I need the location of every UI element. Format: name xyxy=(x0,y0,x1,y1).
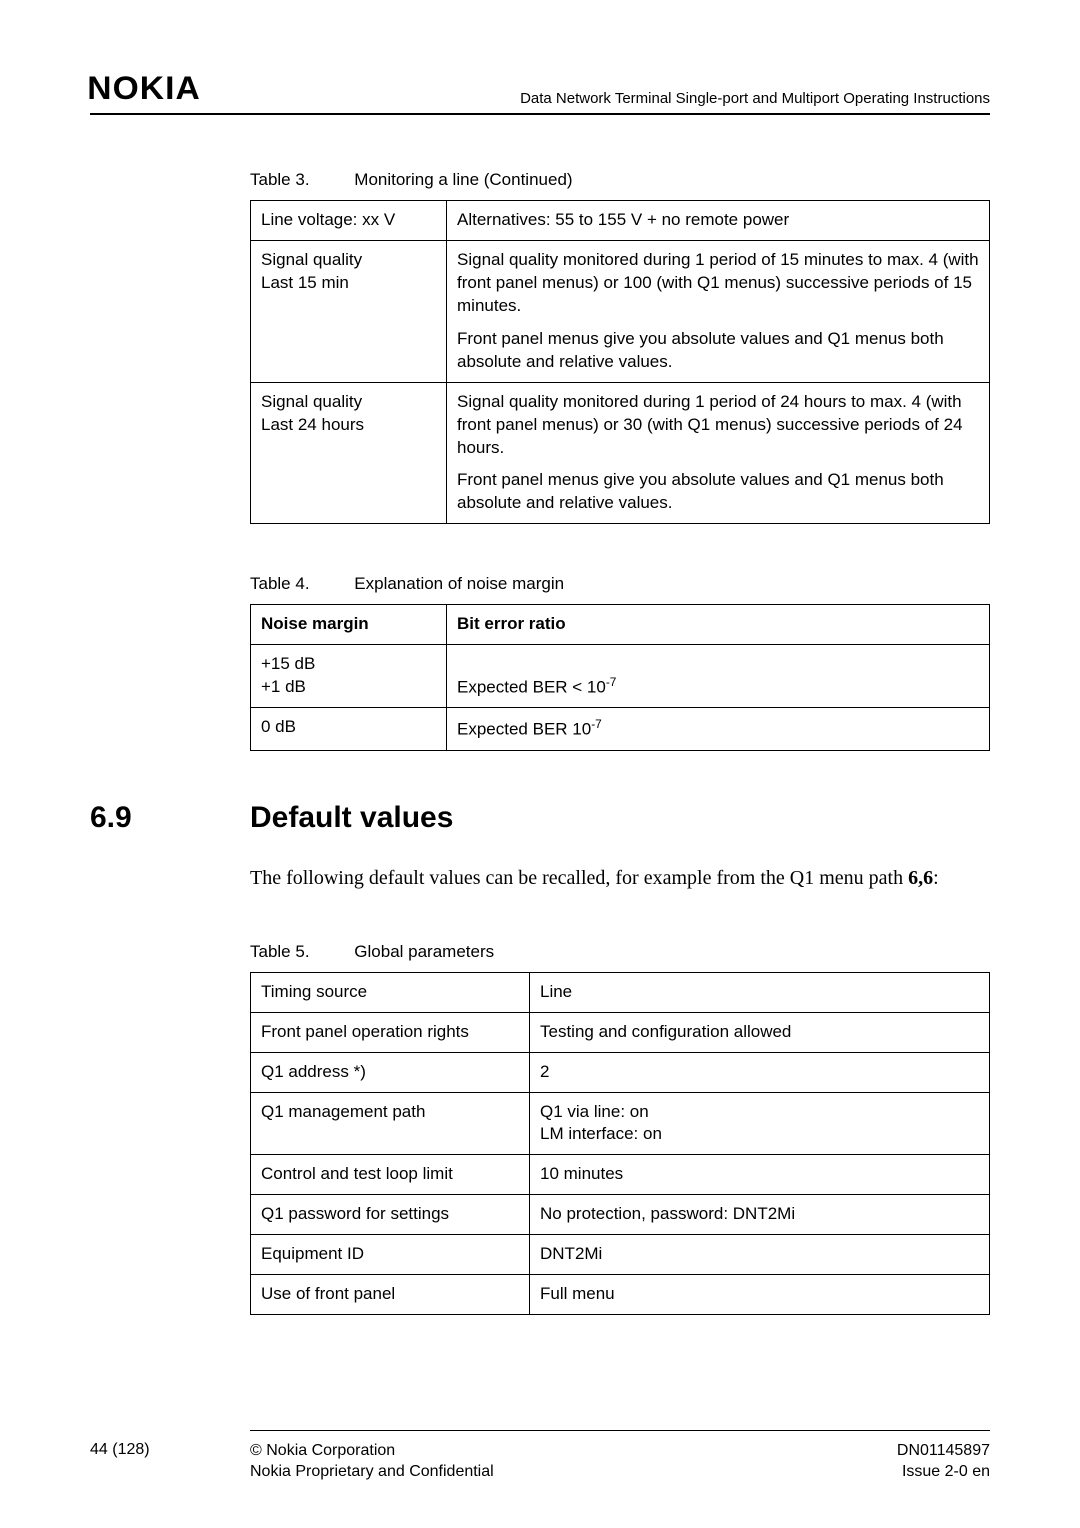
table-row: Q1 address *) 2 xyxy=(251,1052,990,1092)
cell: Full menu xyxy=(530,1275,990,1315)
table5-number: Table 5. xyxy=(250,942,310,962)
cell-line: +15 dB xyxy=(261,653,436,676)
cell: Alternatives: 55 to 155 V + no remote po… xyxy=(447,201,990,241)
cell: Q1 address *) xyxy=(251,1052,530,1092)
cell: +15 dB +1 dB xyxy=(251,645,447,708)
cell: Signal quality monitored during 1 period… xyxy=(447,382,990,524)
cell: Q1 management path xyxy=(251,1092,530,1155)
table4-title: Explanation of noise margin xyxy=(354,574,564,593)
table5-caption: Table 5. Global parameters xyxy=(250,942,990,962)
table-row: Control and test loop limit 10 minutes xyxy=(251,1155,990,1195)
copyright: © Nokia Corporation xyxy=(250,1441,897,1462)
cell: Expected BER < 10-7 xyxy=(447,645,990,708)
table-row: Line voltage: xx V Alternatives: 55 to 1… xyxy=(251,201,990,241)
cell-para: Signal quality monitored during 1 period… xyxy=(457,249,979,318)
cell-text: Expected BER < 10 xyxy=(457,677,606,696)
page-number: 44 (128) xyxy=(90,1441,250,1483)
cell: Testing and configuration allowed xyxy=(530,1012,990,1052)
cell-para: Signal quality monitored during 1 period… xyxy=(457,391,979,460)
table5-title: Global parameters xyxy=(354,942,494,961)
table-row: 0 dB Expected BER 10-7 xyxy=(251,708,990,751)
cell: 0 dB xyxy=(251,708,447,751)
footer-center: © Nokia Corporation Nokia Proprietary an… xyxy=(250,1441,897,1483)
table-row: +15 dB +1 dB Expected BER < 10-7 xyxy=(251,645,990,708)
table4-caption: Table 4. Explanation of noise margin xyxy=(250,574,990,594)
cell: Expected BER 10-7 xyxy=(447,708,990,751)
table-row: Timing source Line xyxy=(251,972,990,1012)
cell: Q1 via line: on LM interface: on xyxy=(530,1092,990,1155)
page: NOKIA Data Network Terminal Single-port … xyxy=(0,0,1080,1528)
cell: Front panel operation rights xyxy=(251,1012,530,1052)
page-footer: 44 (128) © Nokia Corporation Nokia Propr… xyxy=(90,1430,990,1483)
cell-line: Signal quality xyxy=(261,249,436,272)
table5: Timing source Line Front panel operation… xyxy=(250,972,990,1315)
cell: DNT2Mi xyxy=(530,1235,990,1275)
table-row: Signal quality Last 24 hours Signal qual… xyxy=(251,382,990,524)
footer-right: DN01145897 Issue 2-0 en xyxy=(897,1441,990,1483)
footer-row: 44 (128) © Nokia Corporation Nokia Propr… xyxy=(90,1441,990,1483)
cell: Signal quality Last 15 min xyxy=(251,240,447,382)
para-text: : xyxy=(933,867,939,889)
nokia-logo: NOKIA xyxy=(87,70,201,107)
section-heading: 6.9 Default values xyxy=(250,801,990,835)
table3-caption: Table 3. Monitoring a line (Continued) xyxy=(250,170,990,190)
cell-line: LM interface: on xyxy=(540,1123,979,1146)
cell: Timing source xyxy=(251,972,530,1012)
cell: Line voltage: xx V xyxy=(251,201,447,241)
section-title: Default values xyxy=(250,801,453,835)
table-row: Q1 management path Q1 via line: on LM in… xyxy=(251,1092,990,1155)
table3-title: Monitoring a line (Continued) xyxy=(354,170,572,189)
issue-number: Issue 2-0 en xyxy=(897,1462,990,1483)
table3-number: Table 3. xyxy=(250,170,310,190)
table4-number: Table 4. xyxy=(250,574,310,594)
confidentiality: Nokia Proprietary and Confidential xyxy=(250,1462,897,1483)
para-text: The following default values can be reca… xyxy=(250,867,908,889)
cell-line: Signal quality xyxy=(261,391,436,414)
cell: Control and test loop limit xyxy=(251,1155,530,1195)
column-header: Bit error ratio xyxy=(447,605,990,645)
para-bold: 6,6 xyxy=(908,867,933,889)
table-row: Use of front panel Full menu xyxy=(251,1275,990,1315)
cell: Q1 password for settings xyxy=(251,1195,530,1235)
cell-line: +1 dB xyxy=(261,676,436,699)
column-header: Noise margin xyxy=(251,605,447,645)
cell: Line xyxy=(530,972,990,1012)
cell-line: Last 24 hours xyxy=(261,414,436,437)
superscript: -7 xyxy=(591,717,602,731)
cell: 2 xyxy=(530,1052,990,1092)
table-row: Front panel operation rights Testing and… xyxy=(251,1012,990,1052)
cell: Equipment ID xyxy=(251,1235,530,1275)
cell-line: Q1 via line: on xyxy=(540,1101,979,1124)
table4: Noise margin Bit error ratio +15 dB +1 d… xyxy=(250,604,990,750)
table-row: Equipment ID DNT2Mi xyxy=(251,1235,990,1275)
section-number: 6.9 xyxy=(90,801,250,835)
cell: Signal quality Last 24 hours xyxy=(251,382,447,524)
content-area: Table 3. Monitoring a line (Continued) L… xyxy=(250,115,990,1315)
footer-rule xyxy=(250,1430,990,1431)
table-row: Q1 password for settings No protection, … xyxy=(251,1195,990,1235)
cell: No protection, password: DNT2Mi xyxy=(530,1195,990,1235)
cell-para: Front panel menus give you absolute valu… xyxy=(457,469,979,515)
cell-line: Last 15 min xyxy=(261,272,436,295)
cell: Use of front panel xyxy=(251,1275,530,1315)
cell: Signal quality monitored during 1 period… xyxy=(447,240,990,382)
doc-number: DN01145897 xyxy=(897,1441,990,1462)
document-title: Data Network Terminal Single-port and Mu… xyxy=(520,90,990,107)
cell-para: Front panel menus give you absolute valu… xyxy=(457,328,979,374)
cell-text: Expected BER 10 xyxy=(457,720,591,739)
body-paragraph: The following default values can be reca… xyxy=(250,865,990,892)
table-header-row: Noise margin Bit error ratio xyxy=(251,605,990,645)
page-header: NOKIA Data Network Terminal Single-port … xyxy=(90,70,990,115)
cell: 10 minutes xyxy=(530,1155,990,1195)
table3: Line voltage: xx V Alternatives: 55 to 1… xyxy=(250,200,990,524)
table-row: Signal quality Last 15 min Signal qualit… xyxy=(251,240,990,382)
superscript: -7 xyxy=(606,675,617,689)
